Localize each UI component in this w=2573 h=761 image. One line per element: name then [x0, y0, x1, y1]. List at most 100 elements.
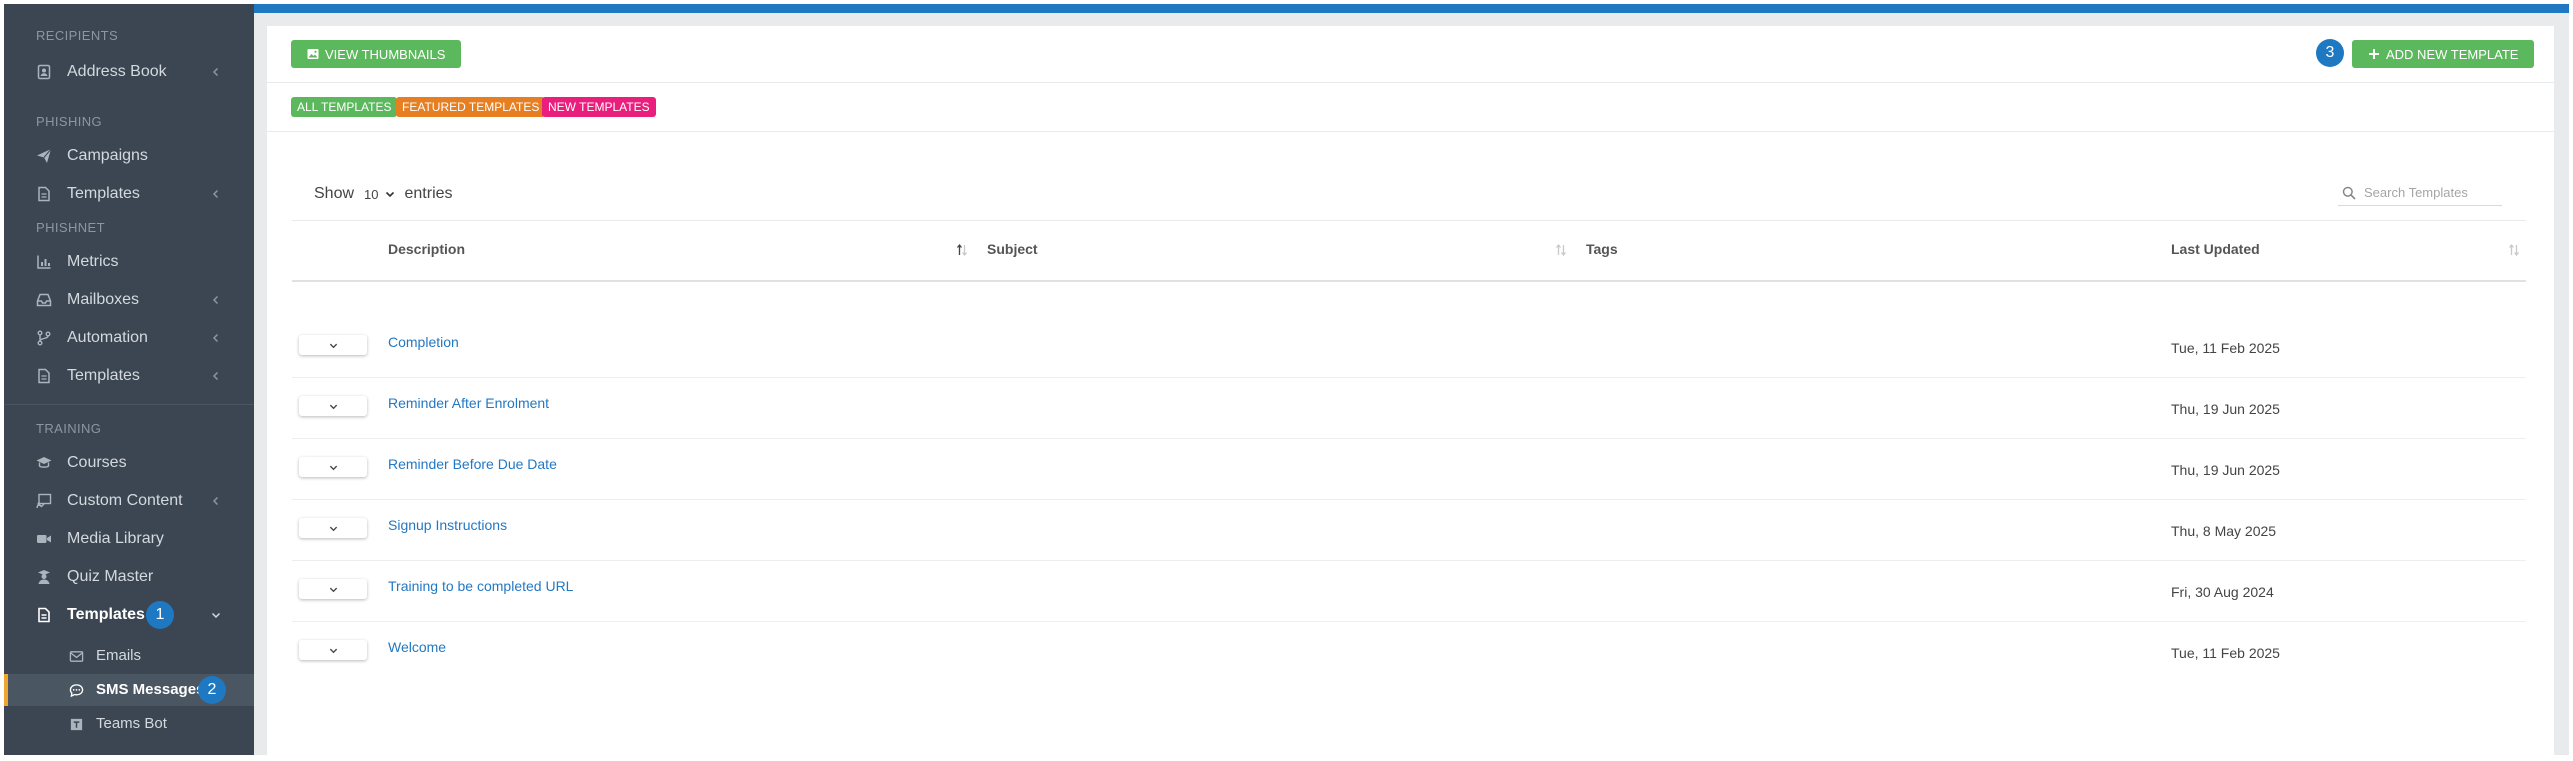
sidebar-item-label: Templates [67, 367, 140, 384]
show-label: Show [314, 185, 355, 202]
top-accent-bar [254, 4, 2569, 13]
row-expand-button[interactable] [299, 335, 367, 355]
table-row: Welcome Tue, 11 Feb 2025 [292, 622, 2526, 683]
image-icon [307, 49, 319, 59]
sidebar-item-custom-content[interactable]: Custom Content [4, 482, 254, 520]
chevron-down-icon [385, 191, 394, 198]
row-expand-button[interactable] [299, 579, 367, 599]
sidebar-item-automation[interactable]: Automation [4, 319, 254, 357]
sidebar-item-campaigns[interactable]: Campaigns [4, 137, 254, 175]
template-description-link[interactable]: Signup Instructions [388, 517, 507, 533]
comment-dots-icon [67, 682, 85, 698]
app-frame: RECIPIENTS Address Book PHISHING Campaig… [0, 0, 2573, 761]
sidebar-subitem-label: SMS Messages [96, 681, 205, 698]
row-expand-button[interactable] [299, 396, 367, 416]
row-expand-button[interactable] [299, 518, 367, 538]
table-header-divider [292, 280, 2526, 282]
sidebar-item-label: Mailboxes [67, 291, 140, 308]
sidebar-item-metrics[interactable]: Metrics [4, 243, 254, 281]
template-description-link[interactable]: Welcome [388, 639, 446, 655]
template-description-link[interactable]: Training to be completed URL [388, 578, 573, 594]
sidebar-subitem-sms-messages[interactable]: SMS Messages 2 [4, 674, 254, 706]
page-size-control: Show 10 entries [314, 183, 453, 205]
row-expand-button[interactable] [299, 457, 367, 477]
step-badge: 2 [198, 676, 226, 704]
chevron-left-icon [210, 66, 222, 78]
sidebar-item-courses[interactable]: Courses [4, 444, 254, 482]
filter-new-templates[interactable]: NEW TEMPLATES [542, 97, 656, 117]
section-phishing: PHISHING [36, 114, 103, 129]
column-header-tags[interactable]: Tags [1586, 241, 1618, 257]
chevron-down-icon [210, 609, 222, 621]
sidebar-item-training-templates[interactable]: Templates 1 [4, 596, 254, 634]
last-updated-cell: Thu, 19 Jun 2025 [2171, 462, 2280, 478]
sidebar-subitem-label: Teams Bot [96, 715, 167, 732]
chevron-down-icon [329, 526, 337, 531]
teams-icon [67, 716, 85, 732]
step-badge: 3 [2316, 39, 2344, 67]
chevron-left-icon [210, 370, 222, 382]
page-size-value: 10 [364, 186, 379, 202]
sidebar-subitem-teams-bot[interactable]: Teams Bot [4, 708, 254, 740]
sidebar-item-label: Courses [67, 454, 127, 471]
graduation-cap-icon [34, 453, 54, 473]
chevron-left-icon [210, 495, 222, 507]
last-updated-cell: Tue, 11 Feb 2025 [2171, 340, 2280, 356]
sidebar-item-label: Media Library [67, 530, 164, 547]
column-header-subject[interactable]: Subject [987, 241, 1038, 257]
chevron-left-icon [210, 294, 222, 306]
view-thumbnails-button[interactable]: VIEW THUMBNAILS [291, 40, 462, 68]
entries-label: entries [404, 185, 453, 202]
column-header-last-updated[interactable]: Last Updated [2171, 241, 2260, 257]
sidebar-subitem-emails[interactable]: Emails [4, 640, 254, 672]
sidebar-item-label: Templates [67, 185, 140, 202]
last-updated-cell: Thu, 8 May 2025 [2171, 523, 2277, 539]
sidebar-item-label: Automation [67, 329, 148, 346]
file-icon [34, 184, 54, 204]
controls-divider [292, 220, 2526, 221]
last-updated-cell: Thu, 19 Jun 2025 [2171, 401, 2280, 417]
section-phishnet: PHISHNET [36, 220, 105, 235]
sidebar-item-quiz-master[interactable]: Quiz Master [4, 558, 254, 596]
file-icon [34, 605, 54, 625]
sidebar-item-media-library[interactable]: Media Library [4, 520, 254, 558]
search-input[interactable] [2364, 185, 2494, 200]
table-row: Signup Instructions Thu, 8 May 2025 [292, 500, 2526, 561]
page-size-select[interactable]: 10 [364, 187, 394, 202]
last-updated-cell: Tue, 11 Feb 2025 [2171, 645, 2280, 661]
row-expand-button[interactable] [299, 640, 367, 660]
file-icon [34, 366, 54, 386]
column-header-description[interactable]: Description [388, 241, 465, 257]
section-training: TRAINING [36, 421, 102, 436]
sidebar-item-phishnet-templates[interactable]: Templates [4, 357, 254, 395]
chevron-left-icon [210, 188, 222, 200]
sidebar-item-address-book[interactable]: Address Book [4, 53, 254, 91]
template-description-link[interactable]: Reminder Before Due Date [388, 456, 557, 472]
envelope-icon [67, 648, 85, 664]
sidebar-item-label: Quiz Master [67, 568, 154, 585]
view-thumbnails-label: VIEW THUMBNAILS [325, 46, 446, 62]
sidebar-item-label: Templates [67, 606, 145, 623]
sidebar-item-label: Metrics [67, 253, 119, 270]
table-row: Reminder Before Due Date Thu, 19 Jun 202… [292, 439, 2526, 500]
chevron-down-icon [329, 404, 337, 409]
video-camera-icon [34, 529, 54, 549]
filter-all-templates[interactable]: ALL TEMPLATES [291, 97, 398, 117]
template-description-link[interactable]: Reminder After Enrolment [388, 395, 549, 411]
add-new-template-button[interactable]: ADD NEW TEMPLATE [2352, 40, 2535, 68]
sidebar-item-mailboxes[interactable]: Mailboxes [4, 281, 254, 319]
search-box [2338, 180, 2502, 206]
sidebar-subitem-label: Emails [96, 647, 142, 664]
sidebar-item-label: Campaigns [67, 147, 148, 164]
sort-ascending-icon[interactable] [956, 243, 968, 257]
sort-icon[interactable] [2508, 243, 2520, 257]
chevron-down-icon [329, 587, 337, 592]
sort-icon[interactable] [1555, 243, 1567, 257]
sidebar-item-phishing-templates[interactable]: Templates [4, 175, 254, 213]
template-description-link[interactable]: Completion [388, 334, 459, 350]
sidebar: RECIPIENTS Address Book PHISHING Campaig… [4, 4, 254, 755]
paper-plane-icon [34, 146, 54, 166]
filter-featured-templates[interactable]: FEATURED TEMPLATES [396, 97, 546, 117]
section-recipients: RECIPIENTS [36, 28, 119, 43]
chevron-down-icon [329, 648, 337, 653]
